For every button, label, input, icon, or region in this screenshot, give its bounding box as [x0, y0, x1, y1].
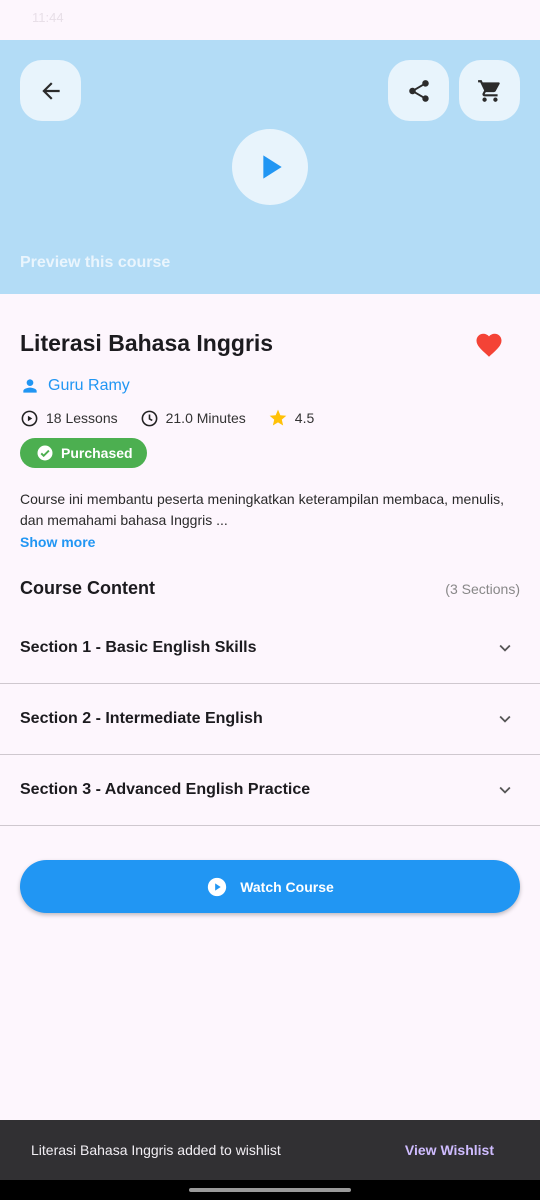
course-title: Literasi Bahasa Inggris [20, 330, 274, 356]
duration: 21.0 Minutes [140, 409, 246, 428]
course-preview-header: Preview this course [0, 40, 540, 294]
check-circle-icon [37, 445, 53, 461]
duration-label: 21.0 Minutes [165, 410, 246, 426]
sections-count: (3 Sections) [445, 581, 520, 597]
instructor-row[interactable]: Guru Ramy [20, 376, 130, 396]
wishlist-snackbar: Literasi Bahasa Inggris added to wishlis… [0, 1120, 540, 1180]
play-circle-icon [208, 877, 227, 896]
cart-button[interactable] [459, 60, 520, 121]
snackbar-message: Literasi Bahasa Inggris added to wishlis… [31, 1142, 281, 1158]
preview-label: Preview this course [20, 254, 171, 271]
status-bar: 11:44 [0, 0, 540, 40]
heart-icon [476, 333, 502, 357]
watch-course-label: Watch Course [240, 878, 334, 895]
favorite-button[interactable] [474, 330, 504, 365]
watch-course-button[interactable]: Watch Course [20, 860, 520, 913]
star-icon [269, 409, 287, 426]
view-wishlist-button[interactable]: View Wishlist [405, 1142, 494, 1158]
chevron-down-icon [499, 715, 511, 723]
rating-value: 4.5 [294, 410, 315, 426]
share-icon [408, 79, 429, 102]
arrow-back-icon [41, 81, 60, 100]
course-content-heading: Course Content [20, 578, 155, 598]
clock-icon [141, 410, 158, 426]
play-icon [263, 155, 282, 179]
play-preview-button[interactable] [232, 129, 308, 205]
system-nav-bar [0, 1180, 540, 1200]
course-description: Course ini membantu peserta meningkatkan… [20, 491, 505, 528]
chevron-down-icon [499, 786, 511, 794]
back-button[interactable] [20, 60, 81, 121]
purchased-badge: Purchased [20, 438, 147, 468]
section-item-3[interactable]: Section 3 - Advanced English Practice [0, 755, 540, 826]
rating: 4.5 [268, 408, 314, 428]
share-button[interactable] [388, 60, 449, 121]
section-item-2[interactable]: Section 2 - Intermediate English [0, 684, 540, 755]
section-title: Section 3 - Advanced English Practice [20, 781, 311, 798]
course-meta: 18 Lessons 21.0 Minutes 4.5 [20, 408, 336, 428]
section-title: Section 2 - Intermediate English [20, 710, 263, 727]
play-circle-outline-icon [21, 410, 38, 426]
status-time: 11:44 [32, 10, 64, 25]
chevron-down-icon [499, 644, 511, 652]
section-title: Section 1 - Basic English Skills [20, 639, 257, 656]
show-more-link[interactable]: Show more [20, 534, 95, 550]
home-indicator[interactable] [189, 1188, 351, 1192]
instructor-name: Guru Ramy [48, 377, 130, 394]
person-icon [23, 379, 37, 393]
purchased-label: Purchased [61, 445, 133, 461]
section-item-1[interactable]: Section 1 - Basic English Skills [0, 613, 540, 684]
lessons-count: 18 Lessons [20, 409, 118, 428]
shopping-cart-icon [477, 79, 500, 102]
lessons-label: 18 Lessons [46, 410, 118, 426]
